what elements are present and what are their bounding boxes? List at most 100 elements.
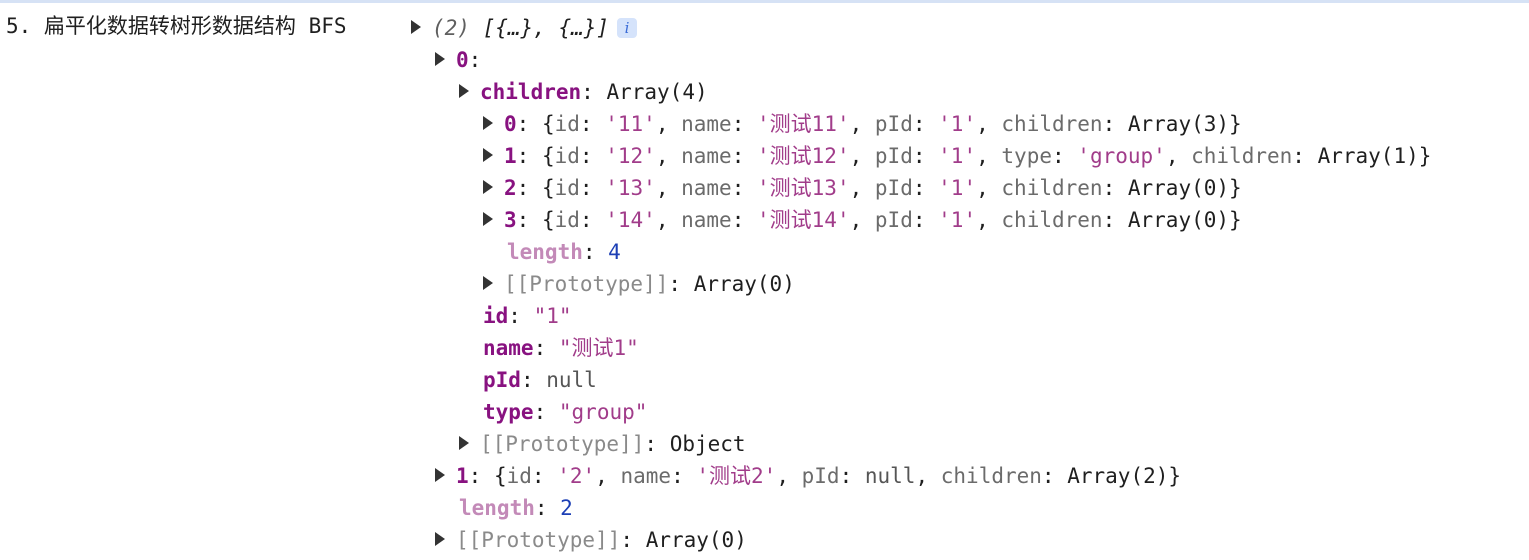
field-key: id: [554, 176, 580, 200]
tree-node-child-row[interactable]: 0: {id: '11', name: '测试11', pId: '1', ch…: [483, 108, 1242, 140]
colon: :: [531, 464, 545, 488]
property-key: [[Prototype]]: [504, 272, 669, 296]
tree-node-name: name: "测试1": [483, 332, 639, 364]
expand-triangle-icon[interactable]: [459, 436, 469, 450]
row-index: 0: [504, 112, 517, 136]
brace: {: [541, 208, 555, 232]
array-count: (2): [432, 16, 470, 40]
row-index: 3: [504, 208, 517, 232]
brace: }: [1418, 144, 1432, 168]
comma: ,: [915, 464, 929, 488]
expand-triangle-icon[interactable]: [483, 116, 493, 130]
field-value: '1': [938, 112, 977, 136]
colon: :: [516, 144, 530, 168]
colon: :: [731, 208, 745, 232]
comma: ,: [849, 112, 863, 136]
tree-node-prototype[interactable]: [[Prototype]]: Array(0): [483, 268, 795, 300]
field-value: Array(2): [1067, 464, 1169, 488]
field-value: '12': [605, 144, 656, 168]
colon: :: [912, 176, 926, 200]
tree-node-id: id: "1": [483, 300, 572, 332]
array-preview: [{…}, {…}]: [482, 16, 610, 40]
property-value: 4: [608, 240, 621, 264]
root-array-row[interactable]: (2) [{…}, {…}] i: [411, 12, 638, 44]
brace: {: [541, 144, 555, 168]
brace: {: [541, 176, 555, 200]
tree-node-pid: pId: null: [483, 364, 597, 396]
expand-triangle-icon[interactable]: [411, 20, 421, 34]
colon: :: [520, 368, 534, 392]
tree-node-item-1[interactable]: 1: {id: '2', name: '测试2', pId: null, chi…: [435, 460, 1181, 492]
field-value: '测试11': [757, 112, 850, 136]
field-key: id: [554, 208, 580, 232]
expand-triangle-icon[interactable]: [483, 212, 493, 226]
tree-node-child-row[interactable]: 1: {id: '12', name: '测试12', pId: '1', ty…: [483, 140, 1431, 172]
expand-triangle-icon[interactable]: [483, 180, 493, 194]
tree-node-children[interactable]: children: Array(4): [459, 76, 708, 108]
top-divider: [0, 0, 1529, 3]
field-key: children: [1001, 208, 1103, 232]
colon: :: [516, 112, 530, 136]
property-key: name: [483, 336, 534, 360]
comma: ,: [1165, 144, 1179, 168]
collapse-triangle-icon[interactable]: [459, 84, 469, 98]
property-value: Object: [669, 432, 746, 456]
comma: ,: [976, 112, 989, 136]
field-value: '测试14': [757, 208, 850, 232]
property-value: null: [546, 368, 597, 392]
field-key: pId: [874, 112, 913, 136]
tree-node-prototype[interactable]: [[Prototype]]: Object: [459, 428, 746, 460]
brace: }: [1168, 464, 1182, 488]
property-key: children: [480, 80, 582, 104]
tree-node-item-0[interactable]: 0:: [435, 44, 481, 76]
field-value: null: [864, 464, 916, 488]
property-key: [[Prototype]]: [480, 432, 645, 456]
expand-triangle-icon[interactable]: [435, 468, 445, 482]
brace: }: [1229, 112, 1242, 136]
field-value: '1': [938, 144, 977, 168]
field-value: Array(3): [1127, 112, 1230, 136]
field-key: name: [681, 208, 732, 232]
row-index: 1: [504, 144, 517, 168]
collapse-triangle-icon[interactable]: [435, 52, 445, 66]
field-value: 'group': [1077, 144, 1166, 168]
colon: :: [1292, 144, 1305, 168]
field-key: id: [554, 144, 580, 168]
colon: :: [731, 176, 745, 200]
colon: :: [579, 176, 593, 200]
field-key: children: [1191, 144, 1293, 168]
property-key: length: [459, 496, 535, 520]
colon: :: [516, 176, 530, 200]
colon: :: [1102, 112, 1116, 136]
property-value: "1": [533, 304, 572, 328]
field-value: '2': [557, 464, 596, 488]
field-key: pId: [874, 144, 913, 168]
property-key: [[Prototype]]: [456, 528, 621, 552]
field-key: name: [681, 176, 732, 200]
expand-triangle-icon[interactable]: [435, 532, 445, 546]
field-value: '1': [938, 176, 977, 200]
colon: :: [581, 80, 594, 104]
colon: :: [1051, 144, 1065, 168]
info-icon[interactable]: i: [617, 18, 638, 38]
expand-triangle-icon[interactable]: [483, 148, 493, 162]
brace: {: [541, 112, 555, 136]
field-value: '14': [605, 208, 656, 232]
comma: ,: [595, 464, 608, 488]
tree-node-length: length: 4: [507, 236, 621, 268]
comma: ,: [976, 144, 989, 168]
tree-node-child-row[interactable]: 2: {id: '13', name: '测试13', pId: '1', ch…: [483, 172, 1242, 204]
console-label-text: 5. 扁平化数据转树形数据结构 BFS: [6, 14, 347, 38]
comma: ,: [655, 144, 669, 168]
property-key: id: [483, 304, 509, 328]
property-key: type: [483, 400, 534, 424]
property-value: "测试1": [558, 336, 639, 360]
tree-node-type: type: "group": [483, 396, 647, 428]
colon: :: [912, 144, 926, 168]
tree-node-prototype[interactable]: [[Prototype]]: Array(0): [435, 524, 747, 556]
field-key: children: [1001, 112, 1103, 136]
item-index: 0: [456, 48, 469, 72]
tree-node-child-row[interactable]: 3: {id: '14', name: '测试14', pId: '1', ch…: [483, 204, 1242, 236]
colon: :: [533, 400, 547, 424]
expand-triangle-icon[interactable]: [483, 276, 493, 290]
